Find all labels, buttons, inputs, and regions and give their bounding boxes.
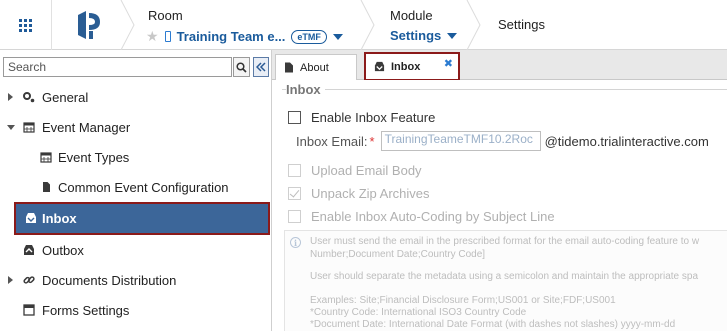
upload-email-body-checkbox[interactable]: [288, 164, 301, 177]
room-name: Training Team e...: [176, 29, 286, 44]
app-launcher-button[interactable]: [0, 0, 52, 50]
sidebar-item-common-event-configuration[interactable]: Common Event Configuration: [0, 172, 270, 202]
info-text-line: *Document Date: International Date Forma…: [310, 319, 676, 330]
info-text-line: User should separate the metadata using …: [310, 271, 699, 282]
auto-coding-info-box: i User must send the email in the prescr…: [284, 230, 727, 331]
search-input[interactable]: [3, 57, 232, 77]
breadcrumb-separator: [120, 0, 135, 50]
info-text-line: *Country Code: International ISO3 Countr…: [310, 307, 527, 318]
auto-coding-label: Enable Inbox Auto-Coding by Subject Line: [311, 209, 555, 224]
sidebar-item-label: Outbox: [42, 242, 84, 258]
unpack-zip-row: Unpack Zip Archives: [288, 186, 430, 201]
sidebar-item-documents-distribution[interactable]: Documents Distribution: [0, 265, 270, 295]
link-icon: [23, 274, 35, 286]
checkmark-icon: [289, 187, 300, 198]
inbox-email-label: Inbox Email:: [296, 133, 368, 149]
upload-email-body-label: Upload Email Body: [311, 163, 422, 178]
grid-icon: [19, 18, 32, 32]
module-name: Settings: [390, 28, 442, 43]
gears-icon: [23, 91, 35, 103]
unpack-zip-checkbox[interactable]: [288, 187, 301, 200]
inbox-email-domain: @tidemo.trialinteractive.com: [544, 133, 709, 149]
close-tab-icon[interactable]: ✖: [444, 57, 453, 70]
breadcrumb-separator: [466, 0, 481, 50]
tab-about[interactable]: About: [275, 54, 357, 80]
room-selector[interactable]: ★ Training Team e... eTMF: [146, 28, 343, 45]
sidebar-item-general[interactable]: General: [0, 82, 270, 112]
sidebar-item-label: Forms Settings: [42, 302, 130, 318]
auto-coding-checkbox[interactable]: [288, 210, 301, 223]
tab-bar: About Inbox ✖: [272, 50, 727, 81]
sidebar-item-label: Event Types: [58, 149, 130, 165]
sidebar-item-label: Common Event Configuration: [58, 179, 229, 195]
enable-inbox-label: Enable Inbox Feature: [311, 110, 436, 125]
enable-inbox-checkbox[interactable]: [288, 111, 301, 124]
expand-arrow-icon[interactable]: [8, 93, 13, 101]
module-selector[interactable]: Settings: [390, 28, 458, 43]
etmf-badge: eTMF: [291, 29, 327, 44]
sidebar-item-forms-settings[interactable]: Forms Settings: [0, 295, 270, 325]
required-marker: *: [369, 133, 375, 149]
unpack-zip-label: Unpack Zip Archives: [311, 186, 430, 201]
breadcrumb-separator: [360, 0, 375, 50]
section-title: Inbox: [286, 82, 325, 97]
sidebar-item-label: Inbox: [42, 211, 77, 226]
sidebar-item-event-types[interactable]: Event Types: [0, 142, 270, 172]
info-text-line: Number;Document Date;Country Code]: [310, 249, 486, 260]
search-icon: [236, 61, 247, 73]
section-divider: [282, 89, 727, 90]
tab-label: Inbox: [391, 60, 421, 73]
sidebar-item-outbox[interactable]: Outbox: [0, 235, 270, 265]
favorite-star-icon[interactable]: ★: [146, 28, 159, 45]
inbox-icon: [25, 212, 37, 224]
document-icon: [40, 181, 52, 193]
document-icon: [285, 62, 293, 73]
search-button[interactable]: [233, 57, 250, 77]
tab-label: About: [300, 61, 329, 74]
calendar-icon: [23, 121, 35, 133]
info-icon: i: [290, 237, 301, 248]
mobile-icon: [164, 31, 171, 42]
inbox-email-input[interactable]: TrainingTeameTMF10.2Roc: [380, 131, 541, 151]
double-chevron-left-icon: [256, 62, 266, 72]
sidebar-item-label: Event Manager: [42, 119, 131, 135]
collapse-arrow-icon[interactable]: [7, 125, 15, 130]
info-text-line: Examples: Site;Financial Disclosure Form…: [310, 295, 616, 306]
outbox-icon: [23, 244, 35, 256]
info-text-line: User must send the email in the prescrib…: [310, 236, 700, 247]
page-title: Settings: [498, 17, 545, 32]
trial-interactive-logo: [78, 11, 100, 39]
auto-coding-row: Enable Inbox Auto-Coding by Subject Line: [288, 209, 555, 224]
sidebar-item-label: Documents Distribution: [42, 272, 177, 288]
upload-email-body-row: Upload Email Body: [288, 163, 422, 178]
sidebar-item-event-manager[interactable]: Event Manager: [0, 112, 270, 142]
collapse-sidebar-button[interactable]: [253, 57, 269, 77]
enable-inbox-row: Enable Inbox Feature: [288, 110, 435, 125]
sidebar-item-label: General: [42, 89, 89, 105]
sidebar-search: [3, 57, 269, 77]
form-icon: [23, 304, 35, 316]
module-dropdown-caret-icon[interactable]: [447, 32, 458, 39]
top-header: Room ★ Training Team e... eTMF Module Se…: [0, 0, 727, 50]
room-dropdown-caret-icon[interactable]: [332, 33, 343, 40]
inbox-icon: [374, 61, 385, 72]
inbox-email-row: Inbox Email: * TrainingTeameTMF10.2Roc @…: [296, 131, 709, 151]
room-label: Room: [148, 8, 183, 23]
calendar-icon: [40, 151, 52, 163]
expand-arrow-icon[interactable]: [8, 276, 13, 284]
module-label: Module: [390, 8, 433, 23]
sidebar-item-inbox[interactable]: Inbox: [14, 202, 270, 235]
tab-inbox[interactable]: Inbox ✖: [364, 52, 460, 81]
